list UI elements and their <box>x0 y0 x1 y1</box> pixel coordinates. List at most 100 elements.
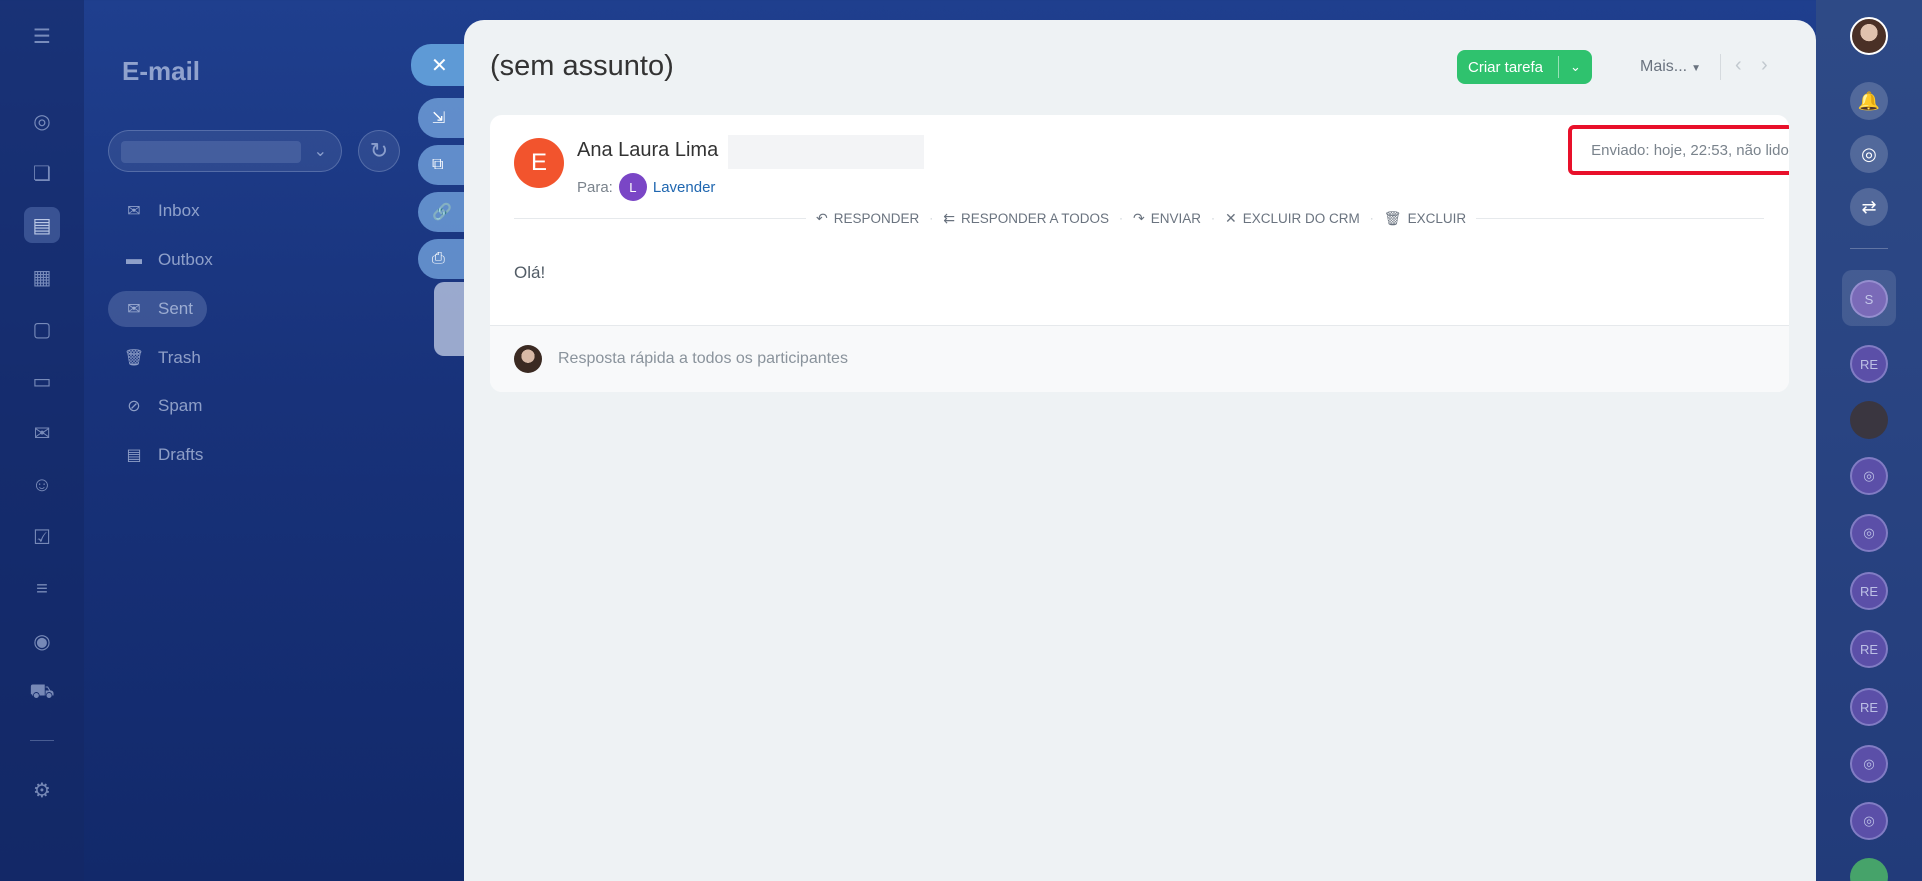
chat-avatar-s[interactable]: S <box>1850 280 1888 318</box>
rail-divider <box>1850 248 1888 249</box>
calendar-icon[interactable]: ▦ <box>24 259 60 295</box>
chat-avatar-photo[interactable] <box>1850 401 1888 439</box>
folder-icon: ▬ <box>126 251 142 268</box>
chat-openline-icon[interactable]: ◎ <box>1850 745 1888 783</box>
folder-label: Inbox <box>158 201 200 220</box>
trash-icon: 🗑 <box>1383 209 1402 226</box>
more-label: Mais... <box>1640 58 1688 75</box>
sent-icon: ✉ <box>127 301 141 318</box>
chat-avatar-re[interactable]: RE <box>1850 345 1888 383</box>
delete-button[interactable]: 🗑 EXCLUIR <box>1384 210 1466 227</box>
mail-sidebar: E-mail ⌄ ↻ ✉ Inbox ▬ Outbox ✉ Sent 🗑 Tra… <box>84 0 414 881</box>
mail-title: E-mail <box>122 56 201 86</box>
forward-label: ENVIAR <box>1150 210 1202 226</box>
recipients-row: Para: L Lavender <box>577 173 715 201</box>
target-icon[interactable]: ◉ <box>24 623 60 659</box>
forward-button[interactable]: ↷ ENVIAR <box>1133 210 1201 227</box>
chat-openline-icon[interactable]: ◎ <box>1850 457 1888 495</box>
chevron-down-icon: ⌄ <box>313 143 327 160</box>
folder-label: Outbox <box>158 250 213 269</box>
previous-email-icon[interactable]: ‹ <box>1735 54 1742 77</box>
message-card: E Ana Laura Lima Para: L Lavender Enviad… <box>490 115 1789 392</box>
drive-icon[interactable]: ▭ <box>24 363 60 399</box>
sent-status: Enviado: hoje, 22:53, não lido <box>1568 125 1789 175</box>
message-body: Olá! <box>514 263 546 282</box>
email-view-panel: (sem assunto) Criar tarefa ⌄ Mais... ▼ ‹ … <box>464 20 1816 881</box>
folder-outbox[interactable]: ▬ Outbox <box>108 242 227 278</box>
mail-app-icon[interactable]: ▤ <box>24 207 60 243</box>
mailbox-address-blurred <box>121 141 301 163</box>
folder-label: Trash <box>158 348 201 367</box>
next-email-icon[interactable]: › <box>1761 54 1768 77</box>
caret-down-icon: ▼ <box>1691 63 1702 74</box>
sent-status-text: Enviado: hoje, 22:53, não lido <box>1591 141 1789 159</box>
reply-all-button[interactable]: ⇇ RESPONDER A TODOS <box>943 210 1109 227</box>
chat-avatar-re[interactable]: RE <box>1850 630 1888 668</box>
recipient-link[interactable]: Lavender <box>653 179 716 196</box>
chat-avatar-green[interactable] <box>1850 858 1888 881</box>
folder-trash[interactable]: 🗑 Trash <box>108 340 215 376</box>
spam-icon: ⊘ <box>127 398 141 415</box>
chat-icon[interactable]: ❏ <box>24 155 60 191</box>
folder-inbox[interactable]: ✉ Inbox <box>108 193 214 229</box>
folder-sent[interactable]: ✉ Sent <box>108 291 207 327</box>
more-menu-button[interactable]: Mais... ▼ <box>1640 58 1701 76</box>
quick-reply-placeholder[interactable]: Resposta rápida a todos os participantes <box>558 350 848 368</box>
action-separator: · <box>1119 211 1124 225</box>
folder-label: Spam <box>158 396 203 415</box>
trash-icon: 🗑 <box>123 350 145 367</box>
notifications-bell-icon[interactable]: 🔔 <box>1850 82 1888 120</box>
to-label: Para: <box>577 178 613 196</box>
drafts-icon: ▤ <box>126 447 142 464</box>
create-task-label: Criar tarefa <box>1468 58 1544 76</box>
feed-icon[interactable]: ◎ <box>24 103 60 139</box>
shop-icon[interactable]: ⛟ <box>24 675 60 711</box>
action-separator: · <box>1211 211 1216 225</box>
link-icon: 🔗 <box>432 204 452 221</box>
close-icon: ✕ <box>1225 209 1237 226</box>
right-rail: 🔔 ◎ ⇄ S RE ◎ ◎ RE RE RE ◎ ◎ <box>1816 0 1922 881</box>
remove-from-crm-button[interactable]: ✕ EXCLUIR DO CRM <box>1225 210 1360 227</box>
action-separator: · <box>1369 211 1374 225</box>
funnel-icon[interactable]: ≡ <box>24 571 60 607</box>
background-panel-edge <box>434 282 464 356</box>
chevron-down-icon[interactable]: ⌄ <box>1559 59 1592 75</box>
mail-icon[interactable]: ✉ <box>24 415 60 451</box>
chat-avatar-re[interactable]: RE <box>1850 688 1888 726</box>
nav-divider <box>1720 54 1721 80</box>
chat-openline-icon[interactable]: ◎ <box>1850 514 1888 552</box>
chat-openline-icon[interactable]: ◎ <box>1850 802 1888 840</box>
external-link-icon: ⧉ <box>432 156 444 173</box>
folder-drafts[interactable]: ▤ Drafts <box>108 437 217 473</box>
rail-divider <box>30 740 54 741</box>
sender-name[interactable]: Ana Laura Lima <box>577 139 718 162</box>
documents-icon[interactable]: ▢ <box>24 311 60 347</box>
create-task-button[interactable]: Criar tarefa ⌄ <box>1457 50 1592 84</box>
reply-all-label: RESPONDER A TODOS <box>960 210 1110 226</box>
close-slider-button[interactable]: ✕ <box>411 44 467 86</box>
sender-email-blurred <box>728 135 924 169</box>
settings-icon[interactable]: ⚙ <box>24 772 60 808</box>
email-subject: (sem assunto) <box>490 50 674 82</box>
reply-icon: ↶ <box>816 209 828 226</box>
close-icon: ✕ <box>431 54 448 77</box>
envelope-icon: ✉ <box>127 203 141 220</box>
checklist-icon[interactable]: ☑ <box>24 519 60 555</box>
folder-label: Drafts <box>158 445 204 464</box>
copilot-icon[interactable]: ◎ <box>1850 135 1888 173</box>
contacts-icon[interactable]: ☺ <box>24 467 60 503</box>
sync-chat-icon[interactable]: ⇄ <box>1850 188 1888 226</box>
user-profile-avatar[interactable] <box>1850 17 1888 55</box>
print-icon: ⎙ <box>432 250 445 267</box>
forward-icon: ↷ <box>1133 209 1145 226</box>
quick-reply-bar[interactable]: Resposta rápida a todos os participantes <box>490 325 1789 392</box>
reply-all-icon: ⇇ <box>943 209 955 226</box>
folder-spam[interactable]: ⊘ Spam <box>108 388 216 424</box>
menu-icon[interactable]: ☰ <box>24 18 60 54</box>
refresh-button[interactable]: ↻ <box>358 130 400 172</box>
action-separator: · <box>929 211 934 225</box>
delete-label: EXCLUIR <box>1407 210 1467 226</box>
chat-avatar-re[interactable]: RE <box>1850 572 1888 610</box>
reply-button[interactable]: ↶ RESPONDER <box>816 210 919 227</box>
mailbox-select[interactable]: ⌄ <box>108 130 342 172</box>
